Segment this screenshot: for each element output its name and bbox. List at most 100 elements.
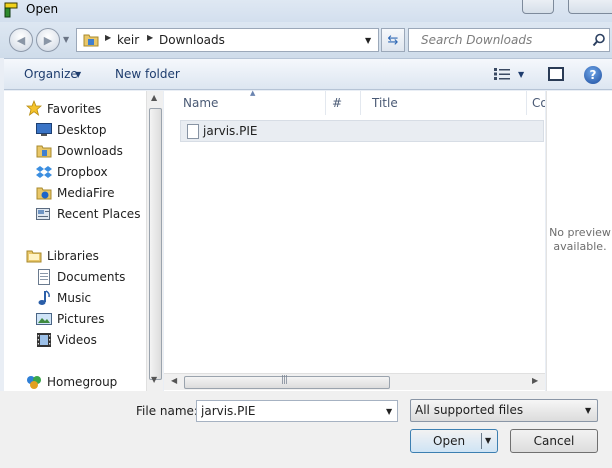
file-name-label: File name: <box>136 404 198 418</box>
organize-button[interactable]: Organize <box>24 67 78 81</box>
column-header-title[interactable]: Title <box>372 96 398 110</box>
preview-message: No preview available. <box>547 226 612 254</box>
nav-item-label: Desktop <box>57 123 107 137</box>
open-button[interactable]: Open ▼ <box>410 429 498 453</box>
nav-libraries-header[interactable]: Libraries <box>4 246 146 267</box>
dropbox-icon <box>36 166 52 178</box>
split-divider <box>481 433 482 449</box>
open-button-label: Open <box>433 434 466 448</box>
nav-homegroup[interactable]: Homegroup <box>4 372 146 391</box>
refresh-icon: ⇆ <box>387 32 399 48</box>
back-arrow-icon: ◀ <box>16 33 26 47</box>
chevron-down-icon: ▼ <box>585 406 592 415</box>
scroll-left-arrow-icon[interactable]: ◀ <box>171 376 177 385</box>
nav-item-pictures[interactable]: Pictures <box>4 309 146 330</box>
file-name: jarvis.PIE <box>203 124 258 138</box>
column-header-name[interactable]: Name <box>183 96 218 110</box>
nav-item-mediafire[interactable]: MediaFire <box>4 183 146 204</box>
nav-item-dropbox[interactable]: Dropbox <box>4 162 146 183</box>
desktop-icon <box>36 123 52 136</box>
column-divider[interactable] <box>526 91 527 115</box>
nav-pane-scrollbar[interactable]: ▲ ▼ <box>146 91 163 391</box>
horizontal-scrollbar-thumb[interactable]: ||| <box>184 375 390 389</box>
file-name-dropdown-icon[interactable]: ▼ <box>386 407 392 416</box>
nav-favorites-label: Favorites <box>47 102 102 116</box>
recent-locations-dropdown-icon[interactable]: ▼ <box>63 35 69 44</box>
nav-libraries-label: Libraries <box>47 249 99 263</box>
downloads-folder-icon <box>36 145 52 158</box>
nav-item-recent-places[interactable]: Recent Places <box>4 204 146 225</box>
column-divider[interactable] <box>360 91 361 115</box>
scroll-down-arrow-icon[interactable]: ▼ <box>151 375 157 384</box>
nav-item-label: Music <box>57 291 92 305</box>
homegroup-icon <box>27 376 41 389</box>
search-icon[interactable] <box>592 33 606 47</box>
search-input[interactable]: Search Downloads <box>408 28 610 52</box>
window-title: Open <box>26 2 59 16</box>
documents-icon <box>38 269 50 285</box>
breadcrumb-chevron-icon[interactable]: ▶ <box>105 33 111 42</box>
music-icon <box>38 290 50 305</box>
nav-item-label: Documents <box>57 270 126 284</box>
recent-places-icon <box>36 208 50 220</box>
nav-item-music[interactable]: Music <box>4 288 146 309</box>
videos-icon <box>37 333 51 347</box>
view-dropdown-icon[interactable]: ▼ <box>518 70 524 79</box>
address-bar[interactable]: ▶ keir ▶ Downloads ▼ <box>76 28 379 52</box>
nav-item-videos[interactable]: Videos <box>4 330 146 351</box>
nav-item-documents[interactable]: Documents <box>4 267 146 288</box>
minimize-button[interactable] <box>522 0 554 14</box>
nav-item-downloads[interactable]: Downloads <box>4 141 146 162</box>
nav-item-label: Pictures <box>57 312 105 326</box>
file-list-horizontal-scrollbar[interactable]: ◀ ||| ▶ <box>164 373 545 390</box>
file-name-input[interactable] <box>196 400 398 422</box>
column-divider[interactable] <box>325 91 326 115</box>
forward-button[interactable]: ▶ <box>36 28 60 52</box>
cancel-button-label: Cancel <box>533 434 575 448</box>
new-folder-button[interactable]: New folder <box>115 67 180 81</box>
nav-homegroup-label: Homegroup <box>47 375 118 389</box>
address-dropdown-icon[interactable]: ▼ <box>365 36 371 45</box>
scrollbar-grip-icon: ||| <box>281 375 288 385</box>
file-list: ▲ Name # Title Co jarvis.PIE <box>164 89 545 391</box>
nav-favorites-header[interactable]: Favorites <box>4 99 146 120</box>
scroll-right-arrow-icon[interactable]: ▶ <box>532 376 538 385</box>
scroll-up-arrow-icon[interactable]: ▲ <box>151 93 157 102</box>
file-type-filter-select[interactable]: All supported files ▼ <box>410 399 598 422</box>
preview-pane-toggle-icon[interactable] <box>548 67 564 81</box>
navigation-pane: Favorites Desktop Downloads Dropbox Medi… <box>4 91 146 391</box>
organize-dropdown-icon[interactable]: ▼ <box>75 70 81 79</box>
nav-item-label: MediaFire <box>57 186 115 200</box>
preview-pane: No preview available. <box>546 91 612 391</box>
preview-message-line: available. <box>553 240 607 253</box>
breadcrumb-downloads[interactable]: Downloads <box>159 33 225 47</box>
file-type-filter-value: All supported files <box>415 403 524 417</box>
nav-item-label: Dropbox <box>57 165 108 179</box>
breadcrumb-chevron-icon[interactable]: ▶ <box>147 33 153 42</box>
nav-item-desktop[interactable]: Desktop <box>4 120 146 141</box>
nav-scrollbar-thumb[interactable] <box>149 108 162 380</box>
open-options-dropdown-icon[interactable]: ▼ <box>485 436 491 445</box>
view-options-icon[interactable] <box>494 68 510 80</box>
cancel-button[interactable]: Cancel <box>510 429 598 453</box>
sort-ascending-icon: ▲ <box>250 89 256 97</box>
title-bar: Open <box>0 0 612 22</box>
breadcrumb-keir[interactable]: keir <box>117 33 139 47</box>
back-button[interactable]: ◀ <box>9 28 33 52</box>
file-row[interactable]: jarvis.PIE <box>180 120 544 142</box>
nav-item-label: Videos <box>57 333 97 347</box>
mediafire-icon <box>36 187 52 200</box>
column-header-contributing-artists[interactable]: Co <box>532 96 545 110</box>
preview-message-line: No preview <box>549 226 611 239</box>
column-header-number[interactable]: # <box>332 96 342 110</box>
command-toolbar: Organize ▼ New folder ▼ ? <box>4 58 612 90</box>
help-icon[interactable]: ? <box>584 66 602 84</box>
dialog-footer: File name: ▼ All supported files ▼ Open … <box>0 391 612 468</box>
app-icon <box>4 2 18 18</box>
folder-icon <box>83 34 99 47</box>
forward-arrow-icon: ▶ <box>43 33 53 47</box>
libraries-icon <box>26 250 42 263</box>
close-button[interactable] <box>568 0 612 14</box>
nav-item-label: Recent Places <box>57 207 141 221</box>
refresh-button[interactable]: ⇆ <box>381 28 405 52</box>
